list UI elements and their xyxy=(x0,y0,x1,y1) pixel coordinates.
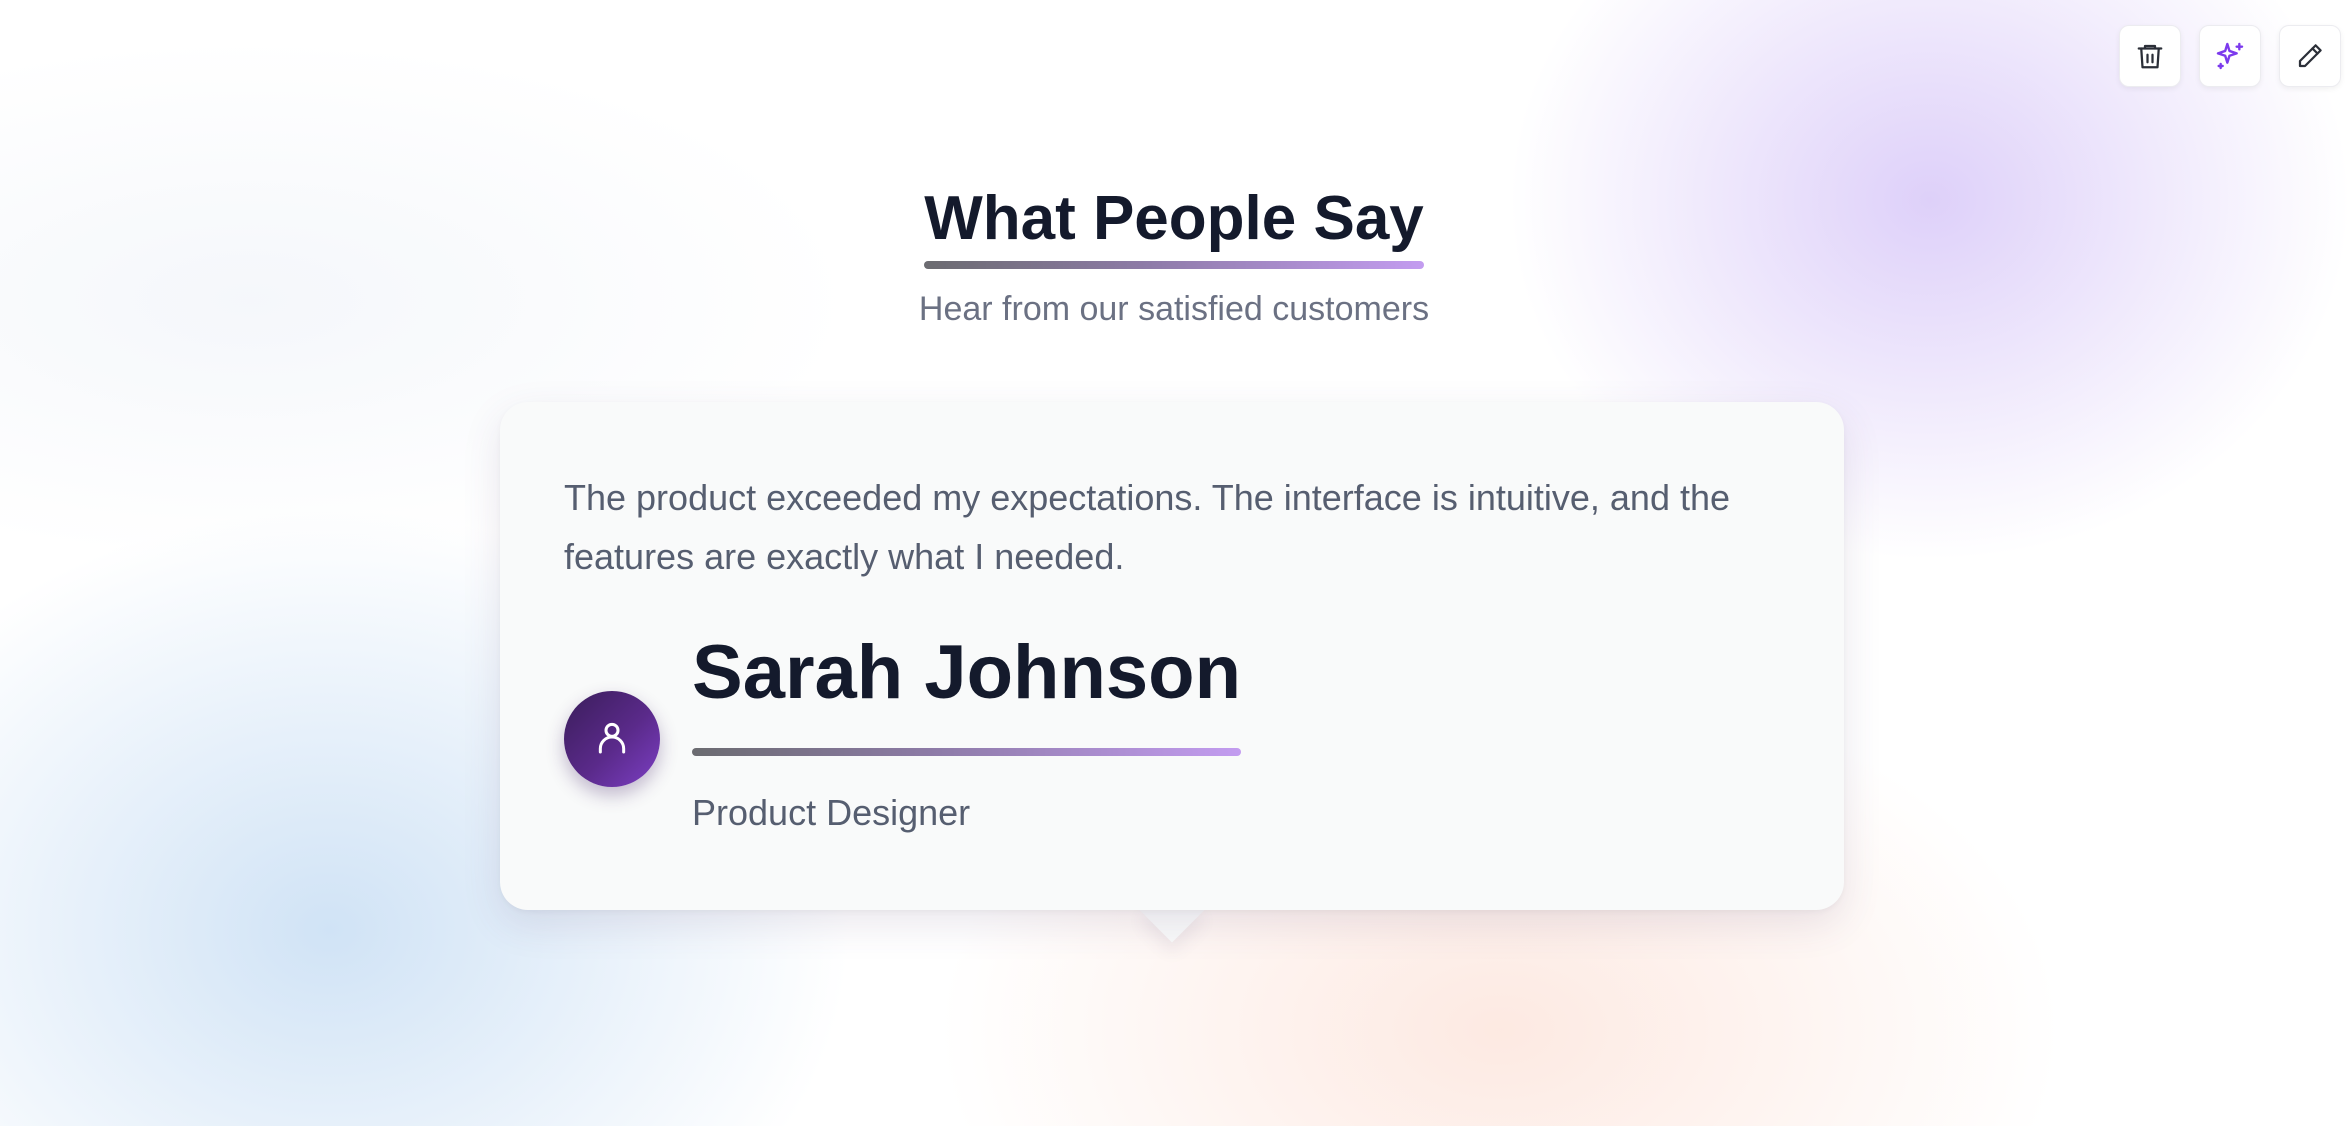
author-block: Sarah Johnson Product Designer xyxy=(564,626,1241,834)
author-info: Sarah Johnson Product Designer xyxy=(692,626,1241,834)
section-title: What People Say xyxy=(924,183,1424,269)
sparkles-icon xyxy=(2214,40,2246,72)
section-subtitle: Hear from our satisfied customers xyxy=(918,290,1430,328)
trash-icon xyxy=(2135,41,2165,71)
toolbar xyxy=(2119,25,2341,87)
section-header: What People Say Hear from our satisfied … xyxy=(0,183,2348,329)
author-role: Product Designer xyxy=(692,792,971,833)
pencil-icon xyxy=(2295,41,2325,71)
author-name: Sarah Johnson xyxy=(692,626,1241,756)
delete-button[interactable] xyxy=(2119,25,2181,87)
user-icon xyxy=(592,717,632,762)
ai-sparkles-button[interactable] xyxy=(2199,25,2261,87)
edit-button[interactable] xyxy=(2279,25,2341,87)
avatar xyxy=(564,691,660,787)
testimonial-card: The product exceeded my expectations. Th… xyxy=(500,402,1844,910)
testimonial-quote: The product exceeded my expectations. Th… xyxy=(564,477,1731,577)
